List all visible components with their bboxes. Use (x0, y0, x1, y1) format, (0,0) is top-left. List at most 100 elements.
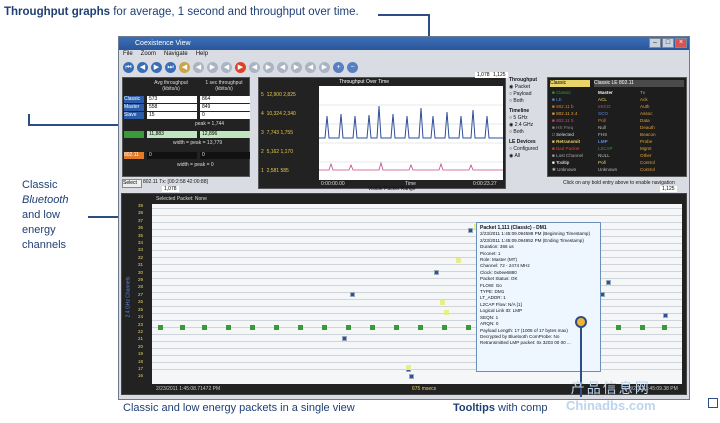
legend-item[interactable]: ■ Lost Channel (552, 152, 583, 159)
legend-item[interactable]: Null (598, 124, 617, 131)
legend-item[interactable]: Tx (640, 89, 656, 96)
maximize-button[interactable]: □ (662, 38, 674, 48)
legend-item[interactable]: NULL (598, 152, 617, 159)
legend-item[interactable]: Control (640, 166, 656, 173)
classic-packet[interactable] (606, 280, 611, 285)
first-icon[interactable]: ⏮ (123, 62, 134, 73)
classic-packet[interactable] (434, 270, 439, 275)
back-arrow-2-icon[interactable]: ◀ (193, 62, 204, 73)
legend-item[interactable]: eSCO (598, 103, 617, 110)
legend-item[interactable]: ✱ Unknown (552, 166, 583, 173)
classic-packet[interactable] (663, 313, 668, 318)
wifi-one: 0 (200, 152, 250, 159)
le-packet[interactable] (298, 325, 303, 330)
legend-item[interactable]: ACL (598, 96, 617, 103)
nav-right-3-icon[interactable]: ▶ (319, 62, 330, 73)
legend-item[interactable]: Ack (640, 96, 656, 103)
legend-item[interactable]: Probe (640, 138, 656, 145)
legend-item[interactable]: ■ 802.11 2.4 (552, 110, 583, 117)
le-packet[interactable] (226, 325, 231, 330)
minimize-button[interactable]: – (649, 38, 661, 48)
legend-item[interactable]: Poll (598, 159, 617, 166)
legend-item[interactable]: ■ Classic (552, 89, 583, 96)
title-bar: Coexistence View – □ × (119, 37, 689, 50)
le-packet[interactable] (418, 325, 423, 330)
classic-packet[interactable] (468, 228, 473, 233)
legend-item[interactable]: ■ 802.11 5 (552, 117, 583, 124)
callout-channels-l4: energy (22, 224, 56, 236)
ch-label: 29 (138, 277, 144, 283)
legend-item[interactable]: ■ Retransmit (552, 138, 583, 145)
le-packet[interactable] (180, 325, 185, 330)
legend-item[interactable]: ■ 802.11 b (552, 103, 583, 110)
legend-item[interactable]: Data (640, 117, 656, 124)
legend-item[interactable]: Beacon (640, 131, 656, 138)
retransmit-packet[interactable] (444, 310, 449, 315)
legend-item[interactable]: Auth (640, 103, 656, 110)
menu-navigate[interactable]: Navigate (164, 50, 188, 59)
legend-item[interactable]: FHS (598, 131, 617, 138)
le-packet[interactable] (616, 325, 621, 330)
y-tick-1: 1 2,581 585 (261, 168, 289, 174)
le-packet[interactable] (640, 325, 645, 330)
legend-item[interactable]: ■ Bad Packet (552, 145, 583, 152)
nav-right-2-icon[interactable]: ▶ (291, 62, 302, 73)
retransmit-packet[interactable] (440, 300, 445, 305)
le-packet[interactable] (346, 325, 351, 330)
legend-item[interactable]: Assoc (640, 110, 656, 117)
legend-item[interactable]: L2CAP (598, 145, 617, 152)
ch-label: 35 (138, 232, 144, 238)
throughput-graph: Throughput Over Time 1,078 1,125 kbits 5… (251, 72, 508, 189)
le-packet[interactable] (274, 325, 279, 330)
legend-item[interactable]: Master (598, 89, 617, 96)
le-packet[interactable] (250, 325, 255, 330)
zoom-out-icon[interactable]: − (347, 62, 358, 73)
nav-left-3-icon[interactable]: ◀ (305, 62, 316, 73)
le-packet[interactable] (370, 325, 375, 330)
le-packet[interactable] (466, 325, 471, 330)
red-arrow-icon[interactable]: ▶ (235, 62, 246, 73)
lane (152, 355, 682, 356)
legend-item[interactable]: Unknown (598, 166, 617, 173)
legend-item[interactable]: Poll (598, 117, 617, 124)
retransmit-packet[interactable] (406, 365, 411, 370)
le-packet[interactable] (202, 325, 207, 330)
menu-zoom[interactable]: Zoom (141, 50, 156, 59)
le-packet[interactable] (158, 325, 163, 330)
legend-item[interactable]: Control (640, 159, 656, 166)
legend-item[interactable]: LMP (598, 138, 617, 145)
retransmit-packet[interactable] (456, 258, 461, 263)
legend-item[interactable]: ■ HS Freq (552, 124, 583, 131)
classic-packet[interactable] (342, 336, 347, 341)
menu-file[interactable]: File (123, 50, 133, 59)
prev-icon[interactable]: ◀ (137, 62, 148, 73)
legend-item[interactable]: Mgmt (640, 145, 656, 152)
classic-packet[interactable] (409, 374, 414, 379)
last-icon[interactable]: ⏭ (165, 62, 176, 73)
back-arrow-3-icon[interactable]: ◀ (221, 62, 232, 73)
legend-item[interactable]: ■ LE (552, 96, 583, 103)
back-arrow-icon[interactable]: ◀ (179, 62, 190, 73)
legend-item[interactable]: Other (640, 152, 656, 159)
classic-packet[interactable] (350, 292, 355, 297)
legend-item[interactable]: SCO (598, 110, 617, 117)
leader-left-v (28, 114, 30, 124)
nav-left-icon[interactable]: ◀ (249, 62, 260, 73)
nav-right-icon[interactable]: ▶ (263, 62, 274, 73)
le-packet[interactable] (394, 325, 399, 330)
nav-left-2-icon[interactable]: ◀ (277, 62, 288, 73)
le-packet[interactable] (662, 325, 667, 330)
next-icon[interactable]: ▶ (151, 62, 162, 73)
legend-item[interactable]: □ Selected (552, 131, 583, 138)
select-button[interactable]: Select (122, 179, 142, 188)
zoom-in-icon[interactable]: + (333, 62, 344, 73)
fwd-arrow-icon[interactable]: ▶ (207, 62, 218, 73)
close-button[interactable]: × (675, 38, 687, 48)
ch-label: 28 (138, 284, 144, 290)
le-packet[interactable] (322, 325, 327, 330)
menu-help[interactable]: Help (196, 50, 208, 59)
legend-item[interactable]: ■ Tooltip (552, 159, 583, 166)
x-end: 0:00:23.27 (473, 181, 497, 187)
legend-item[interactable]: Deauth (640, 124, 656, 131)
le-packet[interactable] (442, 325, 447, 330)
